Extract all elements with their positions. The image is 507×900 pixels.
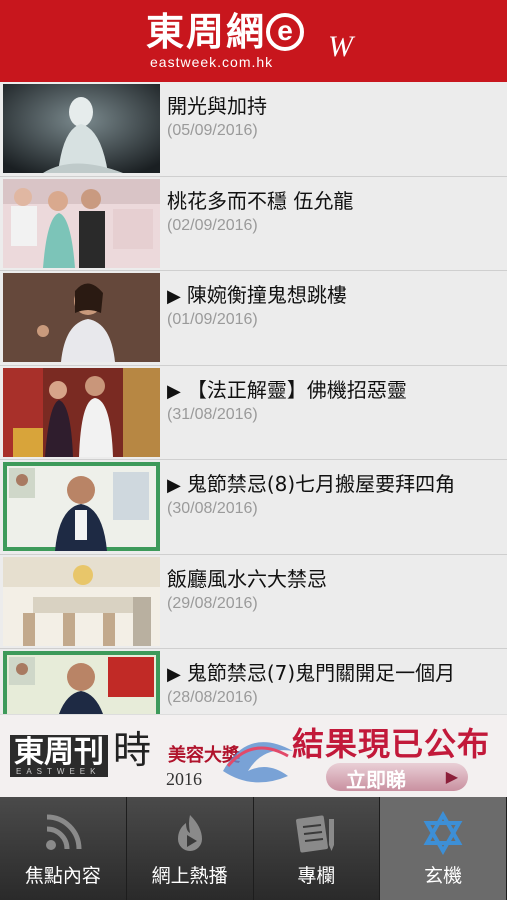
- tab-label: 玄機: [424, 865, 463, 887]
- document-pen-icon: [296, 815, 335, 853]
- banner-shi-text: 時: [113, 728, 152, 772]
- article-title-text: 【法正解靈】佛機招惡靈: [186, 377, 407, 402]
- banner-headline: 結果現已公布: [292, 725, 491, 763]
- article-date: (01/09/2016): [167, 311, 258, 328]
- tab-label: 網上熱播: [151, 865, 228, 887]
- video-play-icon: ▶: [167, 664, 181, 685]
- banner-ribbon-graphic: [223, 742, 293, 783]
- list-item[interactable]: 桃花多而不穩 伍允龍 (02/09/2016): [0, 176, 507, 271]
- article-date: (02/09/2016): [167, 216, 258, 234]
- list-item[interactable]: ▶ 【法正解靈】佛機招惡靈 (31/08/2016): [0, 365, 507, 460]
- article-title-text: 陳婉衡撞鬼想跳樓: [186, 283, 347, 307]
- article-thumbnail: [3, 556, 160, 646]
- list-item[interactable]: ▶ 陳婉衡撞鬼想跳樓 (01/09/2016): [0, 271, 507, 366]
- logo-e-mark: e: [266, 13, 305, 51]
- tab-columns[interactable]: 專欄: [254, 797, 381, 900]
- tab-online-video[interactable]: 網上熱播: [127, 797, 254, 900]
- article-title-text: 鬼節禁忌(7)鬼門關開足一個月: [186, 661, 456, 685]
- list-item[interactable]: ▶ 鬼節禁忌(8)七月搬屋要拜四角 (30/08/2016): [0, 460, 507, 555]
- article-thumbnail: [3, 273, 160, 362]
- article-list[interactable]: 開光與加持 (05/09/2016) 桃花多而不穩 伍允龍 (02/09/201…: [0, 82, 507, 714]
- logo-chinese-text: 東周網: [146, 9, 267, 54]
- app-header: 東周網 e W eastweek.com.hk: [0, 0, 507, 82]
- article-thumbnail: [3, 84, 160, 173]
- article-title: ▶ 鬼節禁忌(8)七月搬屋要拜四角: [167, 468, 455, 497]
- video-play-icon: ▶: [167, 475, 181, 496]
- video-play-icon: ▶: [167, 286, 181, 307]
- banner-cta-label: 立即睇: [346, 768, 406, 792]
- video-play-icon: ▶: [167, 380, 181, 402]
- logo-domain-text: eastweek.com.hk: [150, 54, 274, 70]
- banner-cta-button[interactable]: 立即睇 ▶: [326, 763, 468, 792]
- article-date: (31/08/2016): [167, 405, 258, 423]
- banner-brand-text: 東周刊: [14, 735, 104, 770]
- banner-year-text: 2016: [166, 769, 202, 789]
- banner-brand-box: 東周刊 EASTWEEK: [10, 735, 108, 777]
- tab-label: 焦點內容: [24, 865, 101, 887]
- list-item[interactable]: 開光與加持 (05/09/2016): [0, 82, 507, 177]
- article-title: ▶ 【法正解靈】佛機招惡靈: [167, 374, 407, 403]
- article-title-text: 桃花多而不穩 伍允龍: [167, 188, 354, 213]
- article-title-text: 飯廳風水六大禁忌: [167, 566, 327, 591]
- play-flame-icon: [177, 815, 202, 851]
- article-title: ▶ 鬼節禁忌(7)鬼門關開足一個月: [167, 657, 455, 686]
- article-thumbnail: [3, 462, 160, 551]
- list-item[interactable]: ▶ 鬼節禁忌(7)鬼門關開足一個月 (28/08/2016): [0, 649, 507, 714]
- rss-icon: [45, 814, 82, 850]
- ad-banner[interactable]: 東周刊 EASTWEEK 時 美容大獎 2016 結果現已公布 立即睇 ▶: [0, 714, 507, 798]
- article-title: ▶ 陳婉衡撞鬼想跳樓: [167, 279, 347, 308]
- tab-label: 專欄: [297, 865, 336, 887]
- article-date: (30/08/2016): [167, 500, 258, 517]
- logo-w-mark: W: [328, 30, 353, 63]
- article-thumbnail: [3, 178, 160, 268]
- list-item[interactable]: 飯廳風水六大禁忌 (29/08/2016): [0, 554, 507, 649]
- banner-brand-en: EASTWEEK: [16, 767, 101, 776]
- article-title: 桃花多而不穩 伍允龍: [167, 185, 353, 214]
- star-of-david-icon: [423, 811, 463, 855]
- bottom-tab-bar: 焦點內容 網上熱播 專欄 玄機: [0, 797, 507, 900]
- article-thumbnail: [3, 651, 160, 714]
- article-title-text: 開光與加持: [167, 94, 267, 118]
- article-date: (28/08/2016): [167, 689, 258, 706]
- tab-mystic[interactable]: 玄機: [380, 797, 507, 900]
- banner-cta-arrow-icon: ▶: [445, 767, 458, 786]
- article-thumbnail: [3, 367, 160, 457]
- article-title-text: 鬼節禁忌(8)七月搬屋要拜四角: [186, 472, 456, 496]
- article-date: (05/09/2016): [167, 122, 258, 139]
- tab-focus-content[interactable]: 焦點內容: [0, 797, 127, 900]
- article-date: (29/08/2016): [167, 594, 258, 612]
- article-title: 飯廳風水六大禁忌: [167, 563, 327, 592]
- eastweek-logo[interactable]: 東周網 e W eastweek.com.hk: [146, 9, 353, 71]
- article-title: 開光與加持: [167, 90, 267, 119]
